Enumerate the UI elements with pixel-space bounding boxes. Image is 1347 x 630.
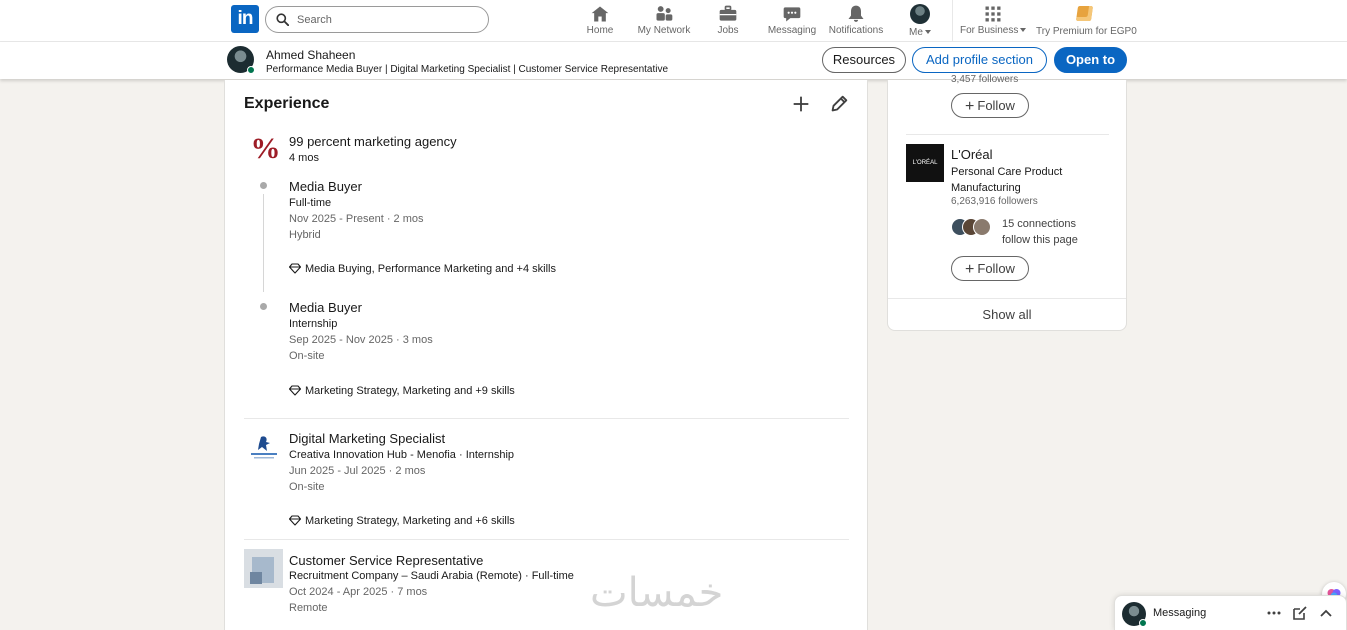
nav-jobs[interactable]: Jobs — [714, 4, 742, 38]
role-location: On-site — [289, 481, 325, 493]
open-to-button[interactable]: Open to — [1054, 47, 1127, 73]
profile-headline: Performance Media Buyer | Digital Market… — [266, 64, 669, 75]
profile-sticky-bar: Ahmed Shaheen Performance Media Buyer | … — [0, 42, 1347, 79]
company-logo-placeholder[interactable] — [244, 549, 283, 588]
more-options-icon[interactable] — [1266, 605, 1282, 621]
add-icon[interactable] — [790, 93, 812, 115]
company-logo-loreal[interactable]: L'ORÉAL — [906, 144, 944, 182]
search-box[interactable] — [265, 6, 489, 33]
nav-jobs-label: Jobs — [717, 25, 739, 36]
nav-divider — [952, 0, 953, 42]
bell-icon — [848, 5, 864, 22]
nav-home[interactable]: Home — [584, 4, 616, 38]
watermark: خمسات — [590, 570, 724, 616]
diamond-icon — [288, 263, 302, 274]
company-name[interactable]: L'Oréal — [951, 147, 993, 162]
nav-me-label: Me — [909, 27, 923, 38]
role-title[interactable]: Customer Service Representative — [289, 553, 483, 568]
pages-you-may-like-card: 3,457 followers + Follow L'ORÉAL L'Oréal … — [887, 74, 1127, 331]
plus-icon: + — [965, 98, 975, 115]
company-total-duration: 4 mos — [289, 152, 319, 164]
home-icon — [591, 6, 609, 22]
company-name[interactable]: 99 percent marketing agency — [289, 134, 457, 149]
timeline-line — [263, 194, 264, 292]
company-followers: 3,457 followers — [951, 74, 1019, 85]
add-profile-section-button[interactable]: Add profile section — [912, 47, 1047, 73]
role-location: On-site — [289, 350, 325, 362]
company-logo-99-percent[interactable]: % — [247, 131, 281, 167]
nav-notifications[interactable]: Notifications — [827, 4, 885, 38]
edit-pencil-icon[interactable] — [828, 93, 850, 115]
diamond-icon — [288, 515, 302, 526]
role-skills[interactable]: Marketing Strategy, Marketing and +6 ski… — [288, 511, 515, 529]
role-dates: Oct 2024 - Apr 2025 · 7 mos — [289, 586, 428, 598]
company-followers: 6,263,916 followers — [951, 196, 1038, 207]
follow-button[interactable]: + Follow — [951, 256, 1029, 281]
experience-section: Experience % 99 percent marketing agency… — [224, 80, 868, 630]
role-dates: Sep 2025 - Nov 2025 · 3 mos — [289, 334, 433, 346]
plus-icon: + — [965, 261, 975, 278]
nav-try-premium[interactable]: Try Premium for EGP0 — [1036, 4, 1137, 38]
role-title[interactable]: Media Buyer — [289, 300, 362, 315]
search-input[interactable] — [297, 10, 477, 29]
chevron-up-icon[interactable] — [1318, 605, 1334, 621]
role-type: Full-time — [289, 197, 332, 209]
avatar — [910, 4, 930, 24]
nav-try-premium-label: Try Premium for EGP0 — [1036, 26, 1137, 37]
resources-button[interactable]: Resources — [822, 47, 906, 73]
online-status-dot — [1139, 619, 1147, 627]
premium-icon — [1075, 6, 1093, 21]
online-status-dot — [247, 66, 255, 74]
role-dates: Nov 2025 - Present · 2 mos — [289, 213, 424, 225]
company-industry: Personal Care Product Manufacturing — [951, 166, 1063, 194]
search-icon — [276, 13, 289, 26]
avatar — [1122, 602, 1147, 627]
nav-for-business-label: For Business — [960, 25, 1019, 36]
section-title: Experience — [244, 95, 330, 112]
role-skills[interactable]: Marketing Strategy, Marketing and +9 ski… — [288, 381, 515, 399]
connection-avatars — [951, 218, 997, 238]
connections-follow-text: 15 connections follow this page — [1002, 218, 1078, 246]
role-company-line: Creativa Innovation Hub - Menofia · Inte… — [289, 449, 515, 461]
nav-messaging-label: Messaging — [767, 25, 817, 36]
chat-icon — [783, 7, 801, 22]
nav-my-network[interactable]: My Network — [636, 4, 692, 38]
role-type: Internship — [289, 318, 338, 330]
divider — [906, 134, 1109, 135]
nav-messaging[interactable]: Messaging — [766, 4, 818, 38]
role-title[interactable]: Digital Marketing Specialist — [289, 431, 445, 446]
messaging-label: Messaging — [1153, 607, 1207, 619]
profile-name: Ahmed Shaheen — [266, 48, 356, 62]
briefcase-icon — [719, 5, 737, 21]
divider — [244, 539, 849, 540]
role-dates: Jun 2025 - Jul 2025 · 2 mos — [289, 465, 426, 477]
chevron-down-icon — [1020, 28, 1027, 33]
company-logo-creativa[interactable] — [247, 431, 281, 465]
role-location: Hybrid — [289, 229, 321, 241]
role-company-line: Recruitment Company – Saudi Arabia (Remo… — [289, 570, 574, 582]
follow-button[interactable]: + Follow — [951, 93, 1029, 118]
divider — [244, 418, 849, 419]
linkedin-logo[interactable]: in — [231, 5, 259, 33]
role-location: Remote — [289, 602, 328, 614]
nav-for-business[interactable]: For Business — [960, 4, 1027, 38]
timeline-dot — [260, 303, 267, 310]
global-nav: in Home My Network Jobs Messaging Notifi… — [0, 0, 1347, 42]
network-icon — [656, 6, 673, 21]
role-skills[interactable]: Media Buying, Performance Marketing and … — [288, 259, 556, 277]
role-title[interactable]: Media Buyer — [289, 179, 362, 194]
timeline-dot — [260, 182, 267, 189]
nav-home-label: Home — [586, 25, 614, 36]
nav-notifications-label: Notifications — [828, 25, 884, 36]
compose-icon[interactable] — [1292, 605, 1308, 621]
nav-me[interactable]: Me — [903, 4, 937, 38]
chevron-down-icon — [924, 30, 931, 35]
avatar[interactable] — [227, 46, 255, 74]
messaging-overlay[interactable]: Messaging — [1114, 595, 1347, 630]
grid-icon — [985, 6, 1001, 22]
diamond-icon — [288, 385, 302, 396]
nav-my-network-label: My Network — [637, 25, 691, 36]
show-all-button[interactable]: Show all — [888, 298, 1126, 331]
